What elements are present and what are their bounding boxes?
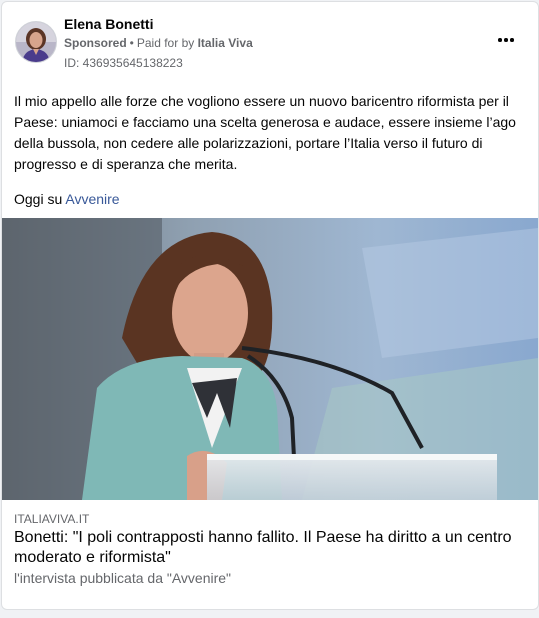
ad-id: ID: 436935645138223	[64, 56, 183, 70]
link-domain: ITALIAVIVA.IT	[14, 512, 90, 526]
post-source: Oggi su Avvenire	[14, 191, 120, 207]
post-header: Elena Bonetti Sponsored • Paid for by Ital…	[2, 2, 538, 78]
source-prefix: Oggi su	[14, 191, 63, 207]
ad-post-card: Elena Bonetti Sponsored • Paid for by Ital…	[1, 1, 539, 610]
link-preview[interactable]: ITALIAVIVA.IT Bonetti: "I poli contrappo…	[2, 500, 538, 595]
post-body-text: Il mio appello alle forze che vogliono e…	[14, 93, 516, 172]
post-image[interactable]	[2, 218, 538, 500]
link-headline[interactable]: Bonetti: "I poli contrapposti hanno fall…	[14, 528, 524, 568]
more-options-icon[interactable]	[494, 32, 518, 48]
meta-separator: •	[129, 36, 134, 50]
payer-name[interactable]: Italia Viva	[198, 36, 253, 50]
sponsored-meta: Sponsored • Paid for by Italia Viva	[64, 36, 253, 50]
link-description: l'intervista pubblicata da "Avvenire"	[14, 570, 232, 586]
paid-for-label: Paid for by	[136, 36, 195, 50]
author-avatar[interactable]	[15, 21, 57, 63]
source-link[interactable]: Avvenire	[65, 191, 119, 207]
sponsored-label: Sponsored	[64, 36, 127, 50]
author-name[interactable]: Elena Bonetti	[64, 16, 153, 32]
